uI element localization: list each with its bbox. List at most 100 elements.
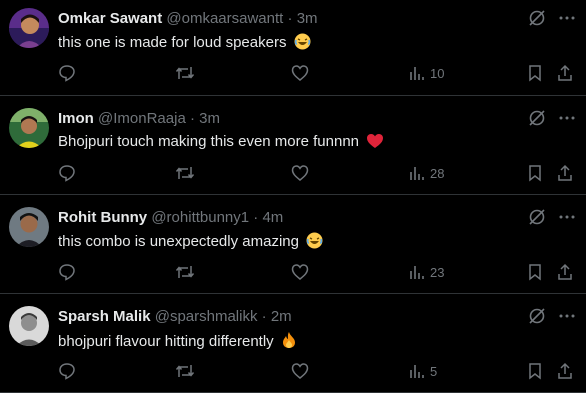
share-icon — [558, 64, 572, 81]
ai-explain-icon[interactable] — [527, 306, 547, 331]
tweet-body: this combo is unexpectedly amazing — [58, 233, 299, 250]
fire-emoji-icon — [281, 331, 297, 353]
display-name[interactable]: Rohit Bunny — [58, 209, 147, 226]
analytics-icon — [410, 365, 424, 378]
views-count: 28 — [430, 165, 445, 181]
like-button[interactable] — [291, 63, 309, 83]
views-button[interactable]: 28 — [409, 163, 444, 183]
views-count: 10 — [430, 65, 445, 81]
user-handle[interactable]: @sparshmalikk — [155, 308, 258, 325]
reply-button[interactable] — [58, 163, 76, 183]
share-button[interactable] — [556, 63, 574, 83]
bookmark-button[interactable] — [527, 262, 543, 282]
reply-tweet[interactable]: Sparsh Malik @sparshmalikk · 2m bhojpuri… — [0, 294, 586, 393]
display-name[interactable]: Sparsh Malik — [58, 308, 151, 325]
avatar[interactable] — [9, 8, 49, 48]
tweet-body: this one is made for loud speakers — [58, 34, 287, 51]
separator: · — [261, 308, 267, 325]
bookmark-icon — [529, 264, 541, 281]
retweet-icon — [175, 167, 195, 179]
reply-icon — [59, 363, 75, 380]
share-icon — [558, 362, 572, 379]
heart-outline-icon — [291, 65, 309, 81]
tweet-text: bhojpuri flavour hitting differently — [58, 331, 297, 353]
views-count: 5 — [430, 363, 438, 379]
timestamp[interactable]: 3m — [297, 10, 318, 27]
more-options-icon[interactable] — [557, 108, 577, 133]
user-handle[interactable]: @ImonRaaja — [98, 110, 186, 127]
share-icon — [558, 164, 572, 181]
timestamp[interactable]: 4m — [262, 209, 283, 226]
replies-feed: Omkar Sawant @omkaarsawantt · 3m this on… — [0, 0, 586, 393]
separator: · — [287, 10, 293, 27]
retweet-button[interactable] — [175, 63, 195, 83]
like-button[interactable] — [291, 262, 309, 282]
more-options-icon[interactable] — [557, 207, 577, 232]
views-button[interactable]: 10 — [409, 63, 444, 83]
tweet-actions: 10 — [0, 63, 586, 83]
views-button[interactable]: 23 — [409, 262, 444, 282]
reply-button[interactable] — [58, 63, 76, 83]
heart-emoji-icon — [366, 133, 384, 153]
avatar[interactable] — [9, 207, 49, 247]
retweet-button[interactable] — [175, 262, 195, 282]
share-button[interactable] — [556, 262, 574, 282]
share-button[interactable] — [556, 163, 574, 183]
like-button[interactable] — [291, 163, 309, 183]
user-handle[interactable]: @rohittbunny1 — [151, 209, 249, 226]
more-options-icon[interactable] — [557, 306, 577, 331]
retweet-icon — [175, 67, 195, 79]
heart-outline-icon — [291, 264, 309, 280]
ai-explain-icon[interactable] — [527, 207, 547, 232]
views-button[interactable]: 5 — [409, 361, 437, 381]
bookmark-button[interactable] — [527, 63, 543, 83]
analytics-icon — [410, 266, 424, 279]
ai-explain-icon[interactable] — [527, 8, 547, 33]
bookmark-icon — [529, 65, 541, 82]
laughing-emoji-icon — [294, 33, 311, 54]
tweet-body: bhojpuri flavour hitting differently — [58, 333, 274, 350]
laughing-emoji-icon — [306, 232, 323, 253]
tweet-header: Rohit Bunny @rohittbunny1 · 4m — [58, 209, 283, 226]
analytics-icon — [410, 167, 424, 180]
bookmark-button[interactable] — [527, 361, 543, 381]
user-handle[interactable]: @omkaarsawantt — [166, 10, 283, 27]
bookmark-icon — [529, 165, 541, 182]
reply-icon — [59, 65, 75, 82]
reply-button[interactable] — [58, 262, 76, 282]
avatar[interactable] — [9, 306, 49, 346]
tweet-actions: 5 — [0, 361, 586, 381]
separator: · — [253, 209, 259, 226]
heart-outline-icon — [291, 363, 309, 379]
tweet-header: Imon @ImonRaaja · 3m — [58, 110, 220, 127]
reply-icon — [59, 264, 75, 281]
retweet-icon — [175, 266, 195, 278]
reply-tweet[interactable]: Imon @ImonRaaja · 3m Bhojpuri touch maki… — [0, 96, 586, 195]
tweet-header: Omkar Sawant @omkaarsawantt · 3m — [58, 10, 318, 27]
tweet-text: this combo is unexpectedly amazing — [58, 232, 323, 253]
tweet-actions: 23 — [0, 262, 586, 282]
avatar[interactable] — [9, 108, 49, 148]
reply-button[interactable] — [58, 361, 76, 381]
views-count: 23 — [430, 264, 445, 280]
reply-tweet[interactable]: Rohit Bunny @rohittbunny1 · 4m this comb… — [0, 195, 586, 294]
display-name[interactable]: Imon — [58, 110, 94, 127]
retweet-button[interactable] — [175, 163, 195, 183]
bookmark-icon — [529, 363, 541, 380]
more-options-icon[interactable] — [557, 8, 577, 33]
heart-outline-icon — [291, 165, 309, 181]
display-name[interactable]: Omkar Sawant — [58, 10, 162, 27]
tweet-body: Bhojpuri touch making this even more fun… — [58, 133, 360, 150]
tweet-actions: 28 — [0, 163, 586, 183]
like-button[interactable] — [291, 361, 309, 381]
timestamp[interactable]: 3m — [199, 110, 220, 127]
bookmark-button[interactable] — [527, 163, 543, 183]
timestamp[interactable]: 2m — [271, 308, 292, 325]
reply-tweet[interactable]: Omkar Sawant @omkaarsawantt · 3m this on… — [0, 0, 586, 96]
tweet-header: Sparsh Malik @sparshmalikk · 2m — [58, 308, 292, 325]
separator: · — [189, 110, 195, 127]
analytics-icon — [410, 67, 424, 80]
retweet-button[interactable] — [175, 361, 195, 381]
share-button[interactable] — [556, 361, 574, 381]
ai-explain-icon[interactable] — [527, 108, 547, 133]
